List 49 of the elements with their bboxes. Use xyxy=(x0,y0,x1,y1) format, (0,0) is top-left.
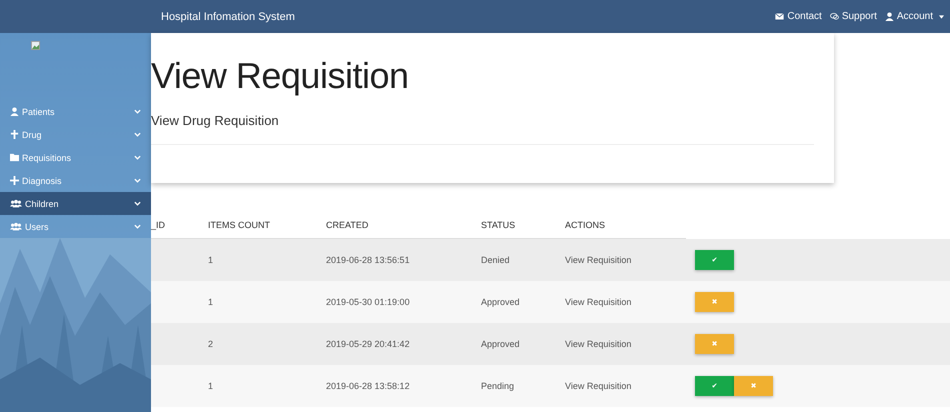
cross-icon xyxy=(10,130,19,139)
view-requisition-link[interactable]: View Requisition xyxy=(565,255,695,265)
column-header: _ID xyxy=(151,220,166,230)
table-cell-text: Pending xyxy=(481,381,516,391)
plus-icon xyxy=(10,176,19,185)
sidebar-item[interactable]: Children xyxy=(0,192,151,215)
table-cell-text: 1 xyxy=(208,255,214,265)
users-icon xyxy=(10,222,22,231)
sidebar-item[interactable]: Requisitions xyxy=(0,146,151,169)
table-cell-text: 2019-05-30 01:19:00 xyxy=(326,297,411,307)
view-requisition-link[interactable]: View Requisition xyxy=(565,297,695,307)
user-icon xyxy=(884,12,894,21)
chevron-down-icon xyxy=(134,224,141,229)
broken-image-icon xyxy=(31,41,40,50)
sidebar-item[interactable]: Users xyxy=(0,215,151,238)
chevron-down-icon xyxy=(134,132,141,137)
view-requisition-link[interactable]: View Requisition xyxy=(565,339,695,349)
chevron-down-icon xyxy=(134,109,141,114)
page-title: View Requisition xyxy=(151,55,410,97)
table-cell-text: 1 xyxy=(208,297,214,307)
chevron-down-icon xyxy=(134,155,141,160)
view-requisition-link[interactable]: View Requisition xyxy=(565,381,695,391)
sidebar-item[interactable]: Patients xyxy=(0,100,151,123)
app-title: Hospital Infomation System xyxy=(161,10,295,22)
column-header: STATUS xyxy=(481,220,516,230)
sidebar-item[interactable]: Drug xyxy=(0,123,151,146)
page-subtitle: View Drug Requisition xyxy=(151,113,280,128)
envelope-icon xyxy=(775,12,784,21)
folder-icon xyxy=(10,153,19,162)
users-icon xyxy=(10,199,22,208)
chevron-down-icon xyxy=(134,178,141,183)
table-cell-text: Denied xyxy=(481,255,511,265)
table-cell-text: 2019-05-29 20:41:42 xyxy=(326,339,411,349)
table-cell-text: 1 xyxy=(208,381,214,391)
column-header: ACTIONS xyxy=(565,220,606,230)
table-cell-text: 2019-06-28 13:58:12 xyxy=(326,381,411,391)
nav-link[interactable]: Support xyxy=(830,11,877,22)
table-cell-text: Approved xyxy=(481,297,521,307)
column-header: ITEMS COUNT xyxy=(208,220,271,230)
table-cell-text: 2 xyxy=(208,339,214,349)
nav-link[interactable]: Account xyxy=(884,11,944,22)
table-cell-text: 2019-06-28 13:56:51 xyxy=(326,255,411,265)
nav-link[interactable]: Contact xyxy=(775,11,822,22)
column-header: CREATED xyxy=(326,220,370,230)
table-cell-text: Approved xyxy=(481,339,521,349)
chevron-down-icon xyxy=(134,201,141,206)
sidebar-item[interactable]: Diagnosis xyxy=(0,169,151,192)
chat-icon xyxy=(830,12,839,21)
user-icon xyxy=(10,107,19,116)
